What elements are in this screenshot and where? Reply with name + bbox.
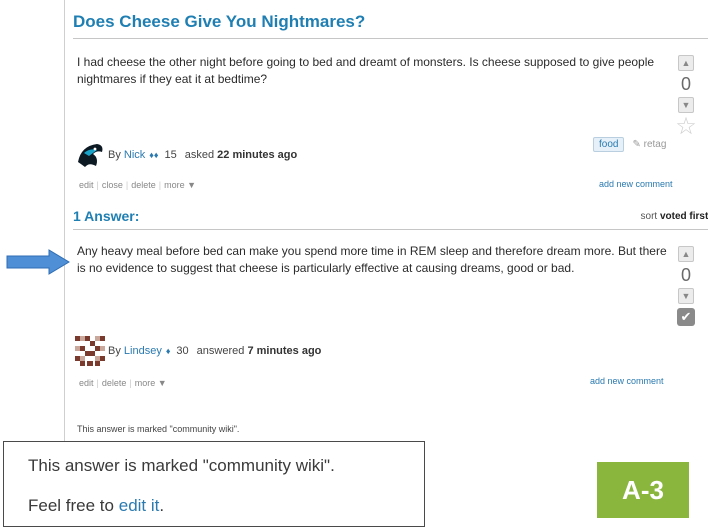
question-author-badge: ♦♦ (149, 150, 159, 160)
question-byline: By Nick ♦♦ 15 asked 22 minutes ago (75, 140, 297, 170)
question-vote-column: ▲ 0 ▼ ☆ (674, 55, 698, 139)
answer-vote-count: 0 (680, 265, 691, 285)
question-vote-count: 0 (680, 74, 691, 94)
zoom-line-1: This answer is marked "community wiki". (28, 456, 335, 475)
retag-link[interactable]: ✎ retag (632, 139, 666, 150)
delete-link[interactable]: delete (102, 378, 127, 388)
answers-count: 1 Answer: (73, 208, 140, 224)
answer-author-badge: ♦ (165, 346, 171, 356)
question-action: asked (184, 149, 215, 161)
delete-link[interactable]: delete (131, 180, 156, 190)
answer-author-name[interactable]: Lindsey (124, 345, 162, 357)
question-add-comment-link[interactable]: add new comment (599, 179, 673, 189)
close-link[interactable]: close (102, 180, 123, 190)
favorite-star-icon[interactable]: ☆ (674, 115, 698, 139)
upvote-icon[interactable]: ▲ (678, 55, 694, 71)
figure-badge: A-3 (597, 462, 689, 518)
question-actions: edit | close | delete | more ▼ (79, 180, 197, 190)
downvote-icon[interactable]: ▼ (678, 97, 694, 113)
tag-area: food ✎ retag (593, 137, 666, 152)
sort-value: voted first ▼ (659, 211, 708, 222)
accepted-check-icon[interactable]: ✔ (677, 308, 695, 326)
question-author-avatar[interactable] (75, 140, 105, 170)
answer-time: 7 minutes ago (247, 345, 322, 357)
more-link[interactable]: more ▼ (135, 378, 167, 388)
answer-action: answered (196, 345, 245, 357)
question-title[interactable]: Does Cheese Give You Nightmares? (73, 12, 708, 39)
answer-actions: edit | delete | more ▼ (79, 378, 167, 388)
pointer-arrow-icon (6, 249, 70, 275)
edit-link[interactable]: edit (79, 378, 94, 388)
answer-vote-column: ▲ 0 ▼ ✔ (674, 246, 698, 326)
community-wiki-note: This answer is marked "community wiki". (77, 424, 240, 434)
byline-by: By (108, 345, 121, 357)
answer-byline: By Lindsey ♦ 30 answered 7 minutes ago (75, 336, 321, 366)
qa-panel: Does Cheese Give You Nightmares? I had c… (64, 0, 708, 462)
edit-link[interactable]: edit (79, 180, 94, 190)
answer-upvote-icon[interactable]: ▲ (678, 246, 694, 262)
answer-body: Any heavy meal before bed can make you s… (77, 244, 667, 275)
sort-label: sort (640, 211, 658, 222)
zoom-line-2: Feel free to edit it. (28, 496, 164, 516)
answer-author-avatar[interactable] (75, 336, 105, 366)
retag-label: retag (643, 139, 667, 150)
sort-control[interactable]: sort voted first ▼ (641, 211, 708, 222)
answers-header: 1 Answer: sort voted first ▼ (73, 208, 708, 230)
answer-add-comment-link[interactable]: add new comment (590, 376, 664, 386)
edit-it-link[interactable]: edit it (119, 496, 160, 515)
question-author-rep: 15 (164, 149, 177, 161)
question-body: I had cheese the other night before goin… (77, 55, 655, 86)
zoom-line-2-prefix: Feel free to (28, 496, 114, 515)
question-author-name[interactable]: Nick (124, 149, 145, 161)
zoom-line-2-suffix: . (159, 496, 165, 515)
byline-by: By (108, 149, 121, 161)
question-time: 22 minutes ago (217, 149, 298, 161)
answer-author-rep: 30 (176, 345, 189, 357)
more-link[interactable]: more ▼ (164, 180, 196, 190)
pencil-icon: ✎ (632, 139, 641, 150)
answer-downvote-icon[interactable]: ▼ (678, 288, 694, 304)
zoomed-wiki-callout: This answer is marked "community wiki". … (3, 441, 425, 527)
tag-chip[interactable]: food (593, 137, 625, 152)
